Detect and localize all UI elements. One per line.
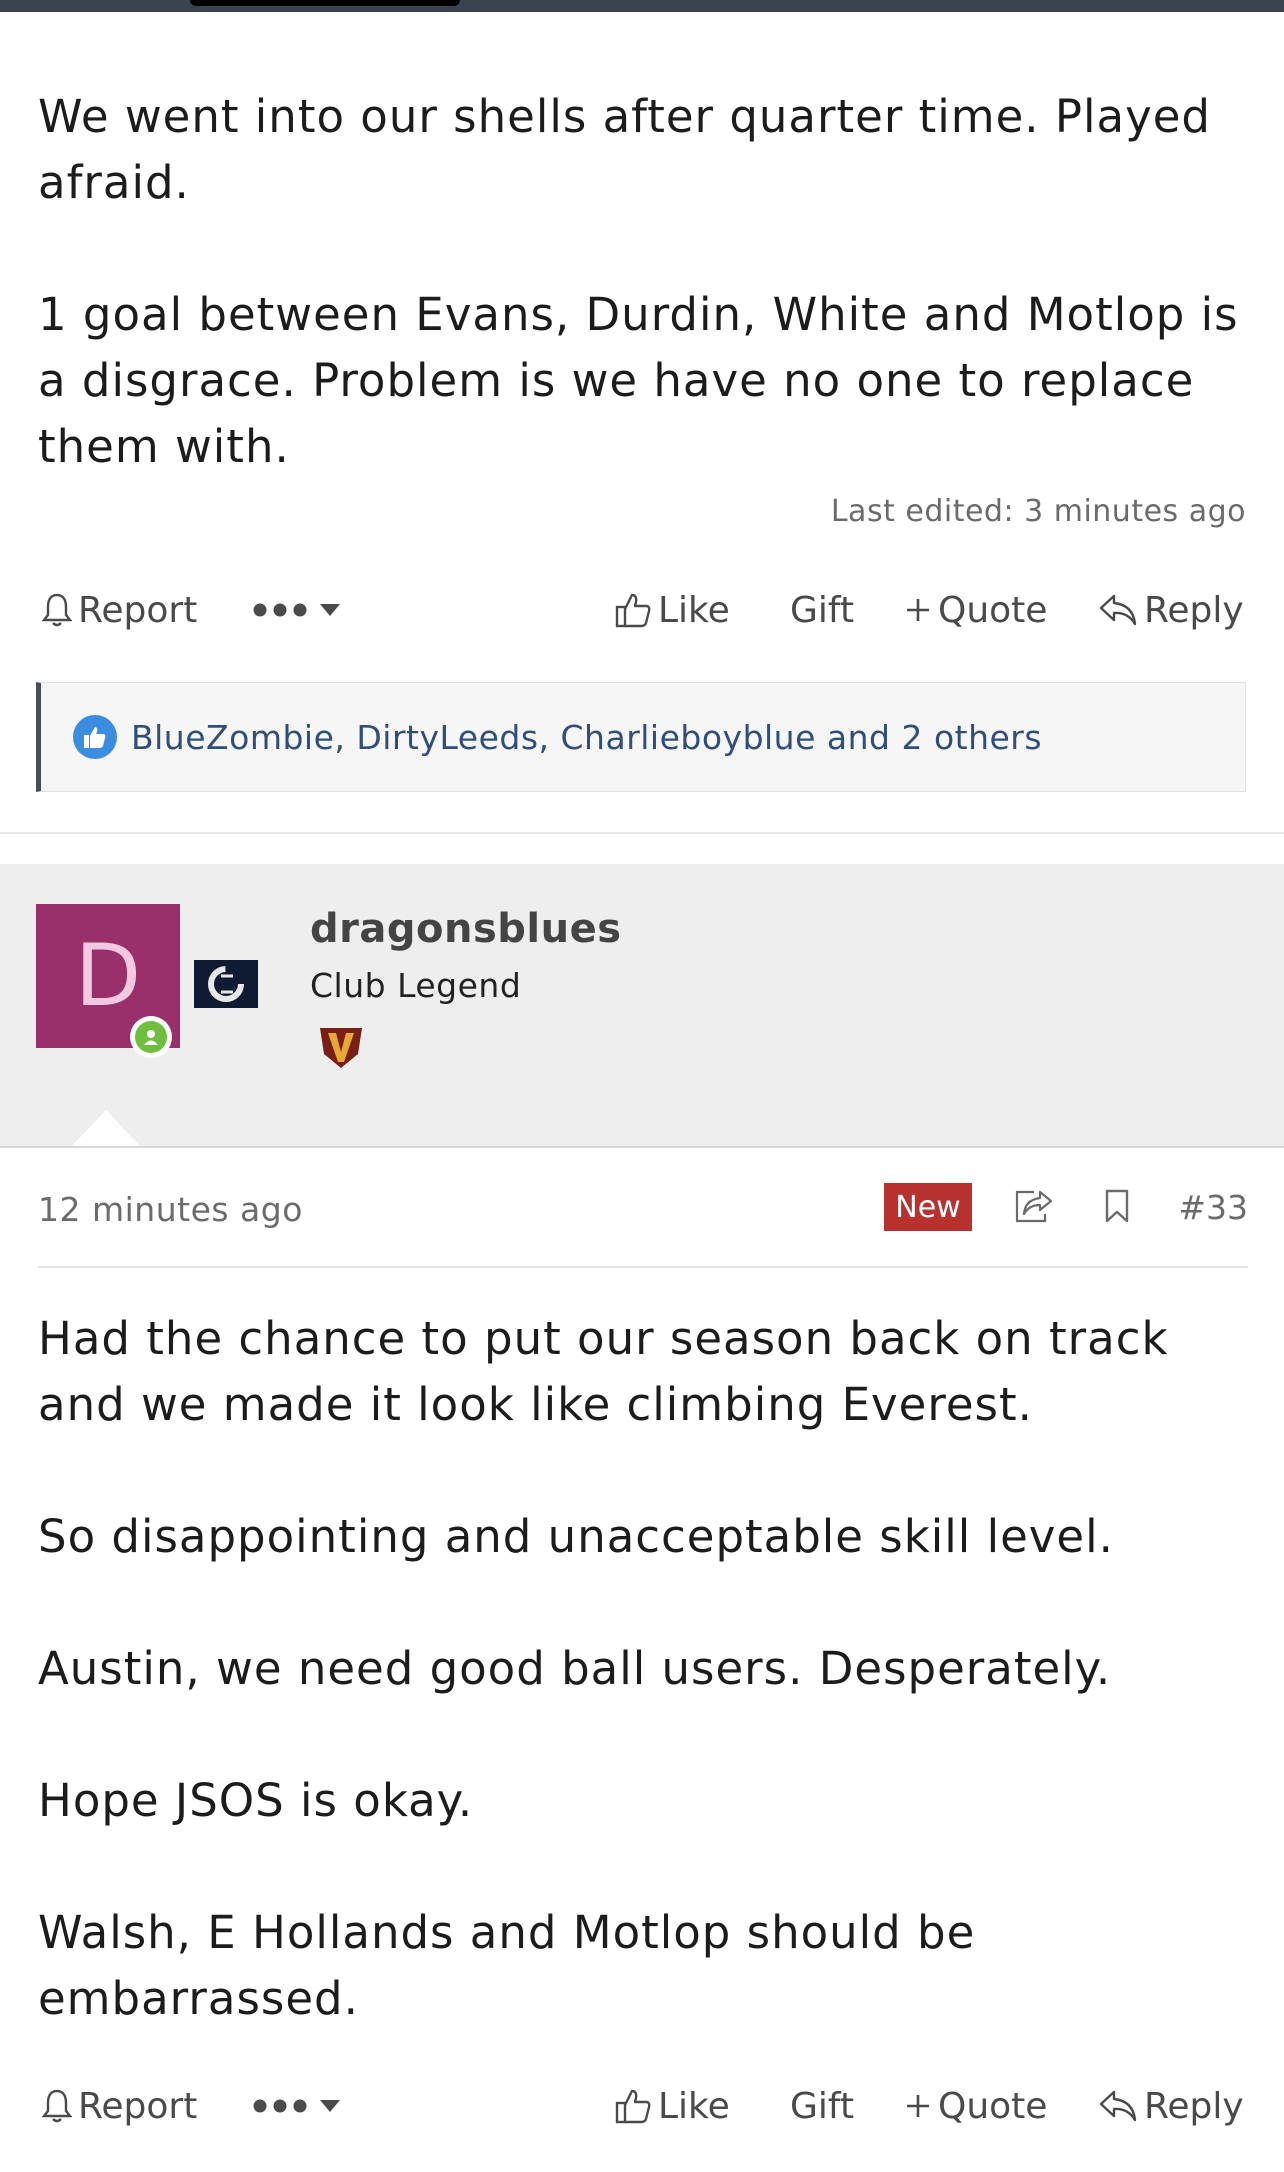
post-2-paragraph: Austin, we need good ball users. Despera… <box>38 1642 1112 1695</box>
meta-divider <box>38 1266 1248 1268</box>
quote-button[interactable]: Quote <box>904 580 1047 640</box>
post-separator <box>0 832 1284 834</box>
post-time[interactable]: 12 minutes ago <box>38 1190 303 1229</box>
user-block-pointer <box>72 1110 140 1146</box>
quote-button[interactable]: Quote <box>904 2076 1047 2136</box>
last-edited: Last edited: 3 minutes ago <box>830 494 1246 529</box>
gift-button[interactable]: Gift <box>790 580 854 640</box>
share-icon[interactable] <box>1014 1188 1054 1224</box>
thumbs-up-icon <box>615 593 651 628</box>
reply-button[interactable]: Reply <box>1098 580 1244 640</box>
reply-label: Reply <box>1144 2085 1244 2127</box>
post-number[interactable]: #33 <box>1178 1188 1248 1227</box>
report-label: Report <box>78 2085 198 2127</box>
post-2-action-bar: Report Like Gift Quote Reply <box>38 2076 1248 2136</box>
post-2-paragraph: Had the chance to put our season back on… <box>38 1312 1169 1431</box>
post-2-body: Had the chance to put our season back on… <box>38 1306 1248 2032</box>
reply-icon <box>1099 594 1137 626</box>
bookmark-icon[interactable] <box>1102 1188 1132 1224</box>
bell-icon <box>42 2089 72 2123</box>
post-1-paragraph: 1 goal between Evans, Durdin, White and … <box>38 288 1239 473</box>
gift-button[interactable]: Gift <box>790 2076 854 2136</box>
more-icon <box>253 2099 340 2113</box>
thumbs-up-icon <box>615 2089 651 2124</box>
username[interactable]: dragonsblues <box>310 906 622 952</box>
more-button[interactable] <box>252 2076 352 2136</box>
more-button[interactable] <box>252 580 352 640</box>
rank-badge-icon <box>320 1028 362 1068</box>
post-2-paragraph: Walsh, E Hollands and Motlop should be e… <box>38 1906 976 2025</box>
post-1-paragraph: We went into our shells after quarter ti… <box>38 90 1212 209</box>
gift-label: Gift <box>790 589 855 631</box>
like-button[interactable]: Like <box>614 2076 730 2136</box>
report-button[interactable]: Report <box>42 2076 197 2136</box>
plus-icon <box>907 599 929 621</box>
quote-label: Quote <box>938 589 1048 631</box>
online-status-icon <box>130 1016 172 1058</box>
report-button[interactable]: Report <box>42 580 197 640</box>
reactions-text[interactable]: BlueZombie, DirtyLeeds, Charlieboyblue a… <box>131 718 1042 757</box>
bell-icon <box>42 593 72 627</box>
gift-label: Gift <box>790 2085 855 2127</box>
user-title: Club Legend <box>310 966 522 1005</box>
reply-icon <box>1099 2090 1137 2122</box>
more-icon <box>253 603 340 617</box>
post-1-action-bar: Report Like Gift Quote Reply <box>38 580 1248 640</box>
reactions-bar[interactable]: BlueZombie, DirtyLeeds, Charlieboyblue a… <box>36 682 1246 792</box>
top-bar <box>0 0 1284 12</box>
post-2-meta: 12 minutes ago New #33 <box>38 1180 1248 1240</box>
like-label: Like <box>658 2085 730 2127</box>
plus-icon <box>907 2095 929 2117</box>
club-logo-icon <box>194 960 258 1008</box>
reply-button[interactable]: Reply <box>1098 2076 1244 2136</box>
post-2-paragraph: Hope JSOS is okay. <box>38 1774 474 1827</box>
header-fragment <box>190 0 460 6</box>
quote-label: Quote <box>938 2085 1048 2127</box>
avatar-letter: D <box>74 926 142 1026</box>
new-badge: New <box>884 1183 972 1231</box>
like-button[interactable]: Like <box>614 580 730 640</box>
like-label: Like <box>658 589 730 631</box>
report-label: Report <box>78 589 198 631</box>
post-1-body: We went into our shells after quarter ti… <box>38 84 1248 480</box>
reply-label: Reply <box>1144 589 1244 631</box>
post-2-user-block: D dragonsblues Club Legend <box>0 864 1284 1148</box>
like-reaction-icon <box>73 715 117 759</box>
post-2-paragraph: So disappointing and unacceptable skill … <box>38 1510 1114 1563</box>
